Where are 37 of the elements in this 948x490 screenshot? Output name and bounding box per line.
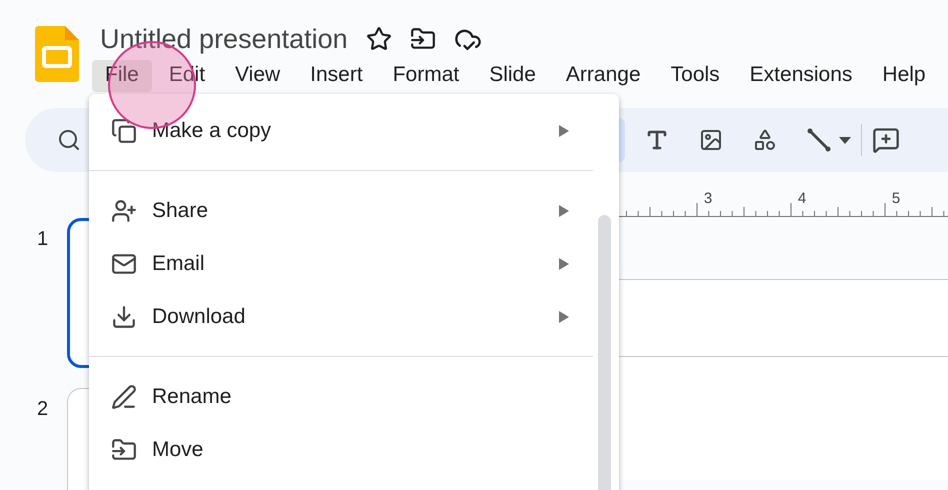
add-comment-icon[interactable] [872, 126, 900, 154]
menu-option-label: Share [152, 198, 210, 222]
menu-item[interactable]: Extensions [736, 60, 866, 92]
star-icon[interactable] [366, 26, 392, 52]
shapes-icon [753, 128, 777, 152]
image-icon [699, 128, 723, 152]
slide-number: 2 [37, 397, 50, 422]
menu-item[interactable]: Arrange [552, 60, 654, 92]
menu-option-label: Email [152, 252, 206, 276]
menu-option-label: Rename [152, 384, 232, 408]
menu-item[interactable]: Format [380, 60, 472, 92]
menu-item[interactable]: Tools [658, 60, 733, 92]
menu-item[interactable]: Slide [476, 60, 549, 92]
download-icon [111, 304, 137, 330]
menu-option-label: Move [152, 438, 204, 462]
slide-number: 1 [37, 227, 50, 252]
scrollbar[interactable] [598, 215, 611, 490]
menu-option[interactable]: Rename [89, 370, 619, 423]
menu-option[interactable]: Download [89, 290, 619, 343]
line-icon [806, 127, 832, 153]
menu-option-label: Download [152, 304, 246, 328]
add-person-icon [111, 198, 137, 224]
menu-option-label: Make a copy [152, 118, 272, 142]
menu-option[interactable]: Make a copy [89, 104, 619, 157]
menu-option[interactable]: Email [89, 237, 619, 290]
caret-icon[interactable] [839, 136, 851, 144]
copy-icon [111, 118, 137, 144]
menu-item[interactable]: View [222, 60, 294, 92]
document-title[interactable]: Untitled presentation [100, 24, 348, 54]
folder-move-icon[interactable] [410, 26, 436, 52]
text-icon [645, 128, 669, 152]
menu-option[interactable]: Move [89, 423, 619, 476]
search-icon[interactable] [57, 128, 81, 152]
menu-item[interactable]: Insert [297, 60, 376, 92]
pen-icon [111, 384, 137, 410]
menu-option[interactable]: Share [89, 184, 619, 237]
menu-item[interactable]: Help [869, 60, 939, 92]
